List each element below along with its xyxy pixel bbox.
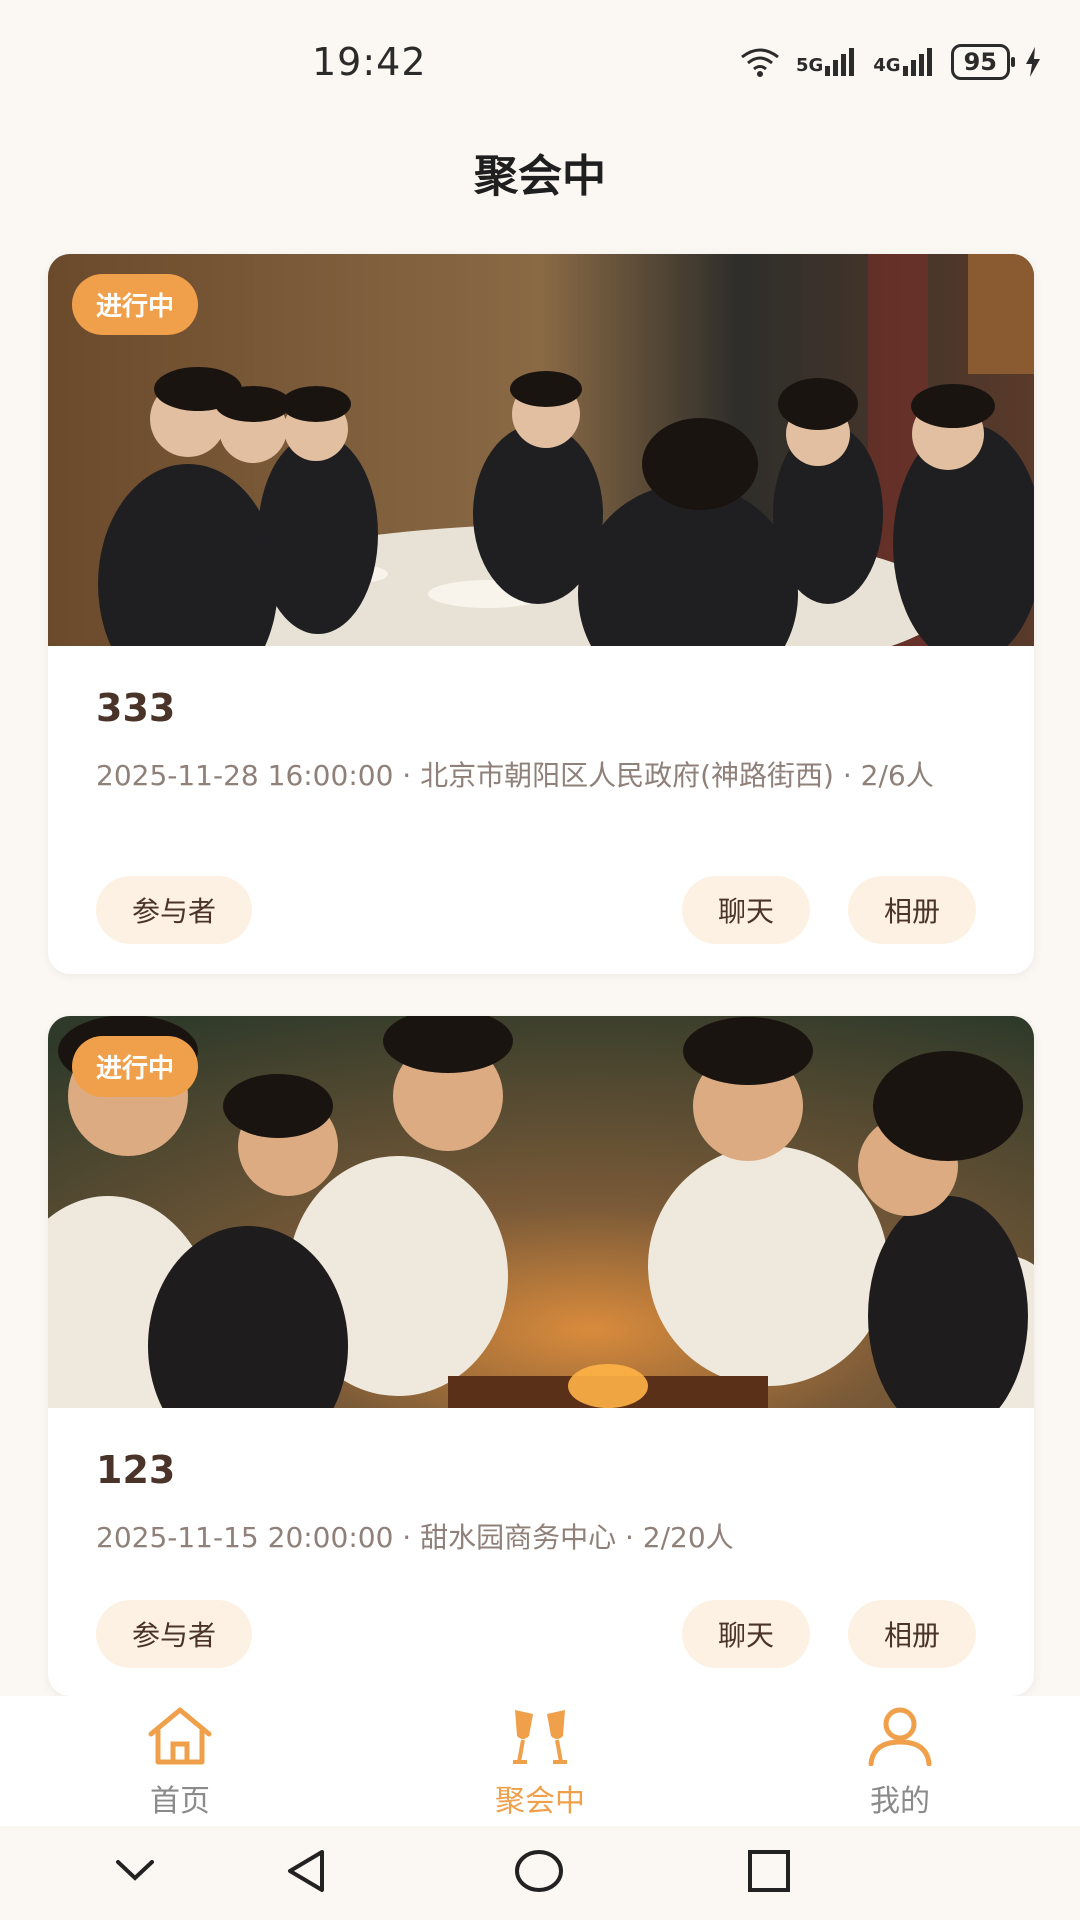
network-4g-label: 4G — [873, 55, 901, 76]
network-5g-label: 5G — [795, 55, 824, 76]
album-button[interactable]: 相册 — [848, 1600, 977, 1668]
gathering-card[interactable]: 进行中 123 2025-11-15 20:00:00 · 甜水园商务中心 · … — [48, 1016, 1034, 1696]
nav-label-profile: 我的 — [870, 1784, 930, 1819]
cheers-icon — [513, 1710, 567, 1764]
page-title: 聚会中 — [474, 151, 606, 202]
nav-label-home: 首页 — [150, 1784, 210, 1819]
status-badge: 进行中 — [72, 274, 199, 335]
status-badge: 进行中 — [72, 1036, 199, 1097]
participants-button[interactable]: 参与者 — [96, 876, 253, 944]
nav-profile[interactable]: 我的 — [800, 1706, 1000, 1820]
chat-button[interactable]: 聊天 — [682, 876, 811, 944]
nav-label-gathering: 聚会中 — [495, 1784, 585, 1819]
home-circle-icon[interactable] — [514, 1848, 564, 1894]
signal-5g-icon: 5G — [796, 48, 859, 76]
participants-button[interactable]: 参与者 — [96, 1600, 253, 1668]
chat-button[interactable]: 聊天 — [682, 1600, 811, 1668]
chevron-down-icon[interactable] — [112, 1848, 158, 1894]
gathering-title: 333 — [96, 686, 176, 730]
back-icon[interactable] — [284, 1848, 330, 1894]
gathering-photo: 进行中 — [48, 1016, 1034, 1408]
home-icon — [148, 1707, 212, 1765]
nav-home[interactable]: 首页 — [80, 1706, 280, 1820]
recents-icon[interactable] — [746, 1848, 792, 1894]
album-button[interactable]: 相册 — [848, 876, 977, 944]
gathering-meta: 2025-11-15 20:00:00 · 甜水园商务中心 · 2/20人 — [96, 1521, 734, 1554]
status-time: 19:42 — [312, 40, 427, 84]
nav-gathering[interactable]: 聚会中 — [440, 1706, 640, 1820]
system-nav-bar — [0, 1826, 1080, 1920]
wifi-icon — [741, 48, 779, 77]
status-bar: 19:42 5G 4G 95 — [0, 0, 1080, 130]
status-icons: 5G 4G 95 — [738, 44, 1042, 80]
gathering-card[interactable]: 进行中 333 2025-11-28 16:00:00 · 北京市朝阳区人民政府… — [48, 254, 1034, 974]
charging-icon — [1026, 47, 1040, 77]
gathering-photo: 进行中 — [48, 254, 1034, 646]
gathering-title: 123 — [96, 1448, 176, 1492]
user-icon — [868, 1707, 932, 1767]
signal-4g-icon: 4G — [873, 48, 936, 76]
battery-icon: 95 — [950, 44, 1016, 80]
bottom-nav: 首页 聚会中 我的 — [0, 1696, 1080, 1826]
gathering-meta: 2025-11-28 16:00:00 · 北京市朝阳区人民政府(神路街西) ·… — [96, 759, 934, 792]
